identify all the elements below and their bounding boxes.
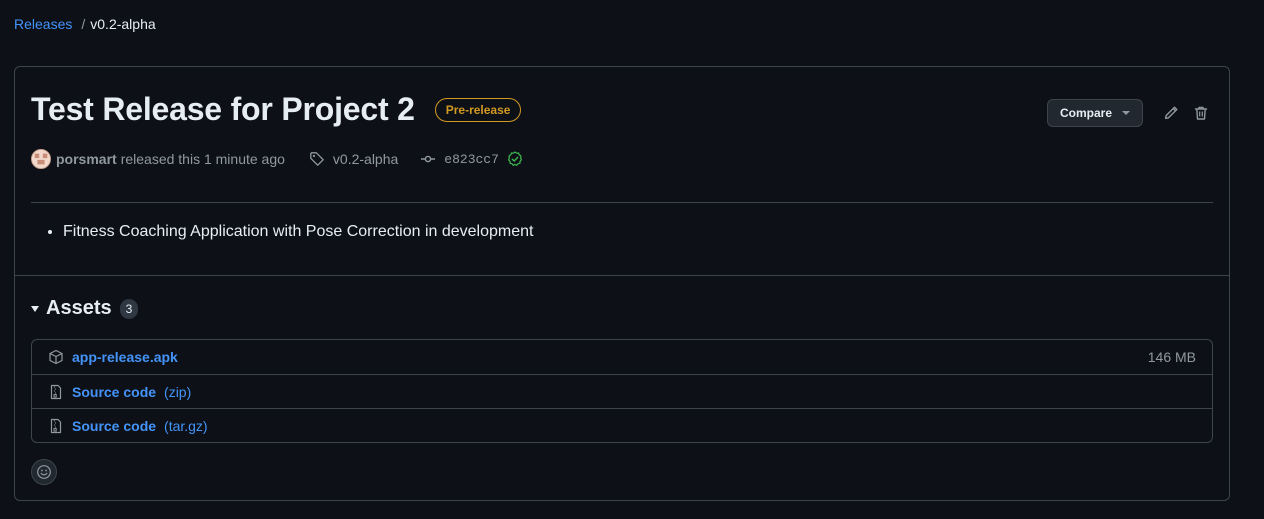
trash-icon [1194, 106, 1208, 120]
source-code-targz-ext[interactable]: (tar.gz) [164, 418, 208, 434]
delete-button[interactable] [1189, 101, 1213, 125]
release-header: Test Release for Project 2 Pre-release [31, 91, 522, 128]
asset-row: Source code (tar.gz) [32, 408, 1212, 442]
asset-size: 146 MB [1147, 349, 1196, 365]
assets-count-badge: 3 [119, 298, 139, 319]
release-meta: porsmart released this 1 minute ago v0.2… [31, 149, 523, 169]
prerelease-badge: Pre-release [434, 97, 522, 122]
release-card: Test Release for Project 2 Pre-release C… [14, 66, 1230, 501]
asset-row: app-release.apk 146 MB [32, 340, 1212, 374]
release-title: Test Release for Project 2 [31, 91, 415, 127]
source-code-zip-link[interactable]: Source code [72, 384, 156, 400]
triangle-down-icon [31, 305, 39, 312]
released-time-text: released this 1 minute ago [120, 151, 285, 167]
tag-icon [310, 152, 324, 166]
file-zip-icon [48, 384, 64, 400]
smiley-icon [37, 465, 51, 479]
add-reaction-button[interactable] [31, 459, 57, 485]
compare-button[interactable]: Compare [1046, 99, 1143, 127]
source-code-targz-link[interactable]: Source code [72, 418, 156, 434]
verified-check-icon[interactable] [507, 151, 523, 167]
git-commit-icon [421, 155, 436, 163]
package-icon [48, 349, 64, 365]
assets-toggle[interactable]: Assets 3 [31, 297, 139, 320]
file-zip-icon [48, 418, 64, 434]
compare-label: Compare [1059, 106, 1112, 120]
edit-button[interactable] [1159, 101, 1183, 125]
breadcrumb: Releases / v0.2-alpha [14, 16, 156, 32]
assets-list: app-release.apk 146 MB Source code (zip) [31, 339, 1213, 443]
avatar[interactable] [31, 149, 51, 169]
check-circle-icon [507, 151, 522, 166]
avatar-image [32, 150, 50, 168]
assets-title: Assets [46, 297, 112, 319]
source-code-zip-ext[interactable]: (zip) [164, 384, 191, 400]
divider [31, 202, 1213, 203]
tag-link[interactable]: v0.2-alpha [309, 151, 398, 167]
release-actions: Compare [1046, 99, 1213, 127]
breadcrumb-releases-link[interactable]: Releases [14, 16, 72, 32]
commit-link[interactable]: e823cc7 [420, 151, 499, 167]
pencil-icon [1164, 106, 1178, 120]
release-notes: Fitness Coaching Application with Pose C… [63, 223, 533, 241]
breadcrumb-separator: / [81, 16, 86, 32]
author-link[interactable]: porsmart [56, 151, 117, 167]
asset-row: Source code (zip) [32, 374, 1212, 408]
tag-label: v0.2-alpha [332, 151, 399, 167]
chevron-down-icon [1122, 111, 1130, 115]
breadcrumb-current: v0.2-alpha [90, 16, 156, 32]
divider [15, 275, 1229, 276]
asset-download-link[interactable]: app-release.apk [72, 349, 178, 365]
release-note-item: Fitness Coaching Application with Pose C… [63, 223, 533, 241]
commit-sha: e823cc7 [444, 151, 499, 167]
